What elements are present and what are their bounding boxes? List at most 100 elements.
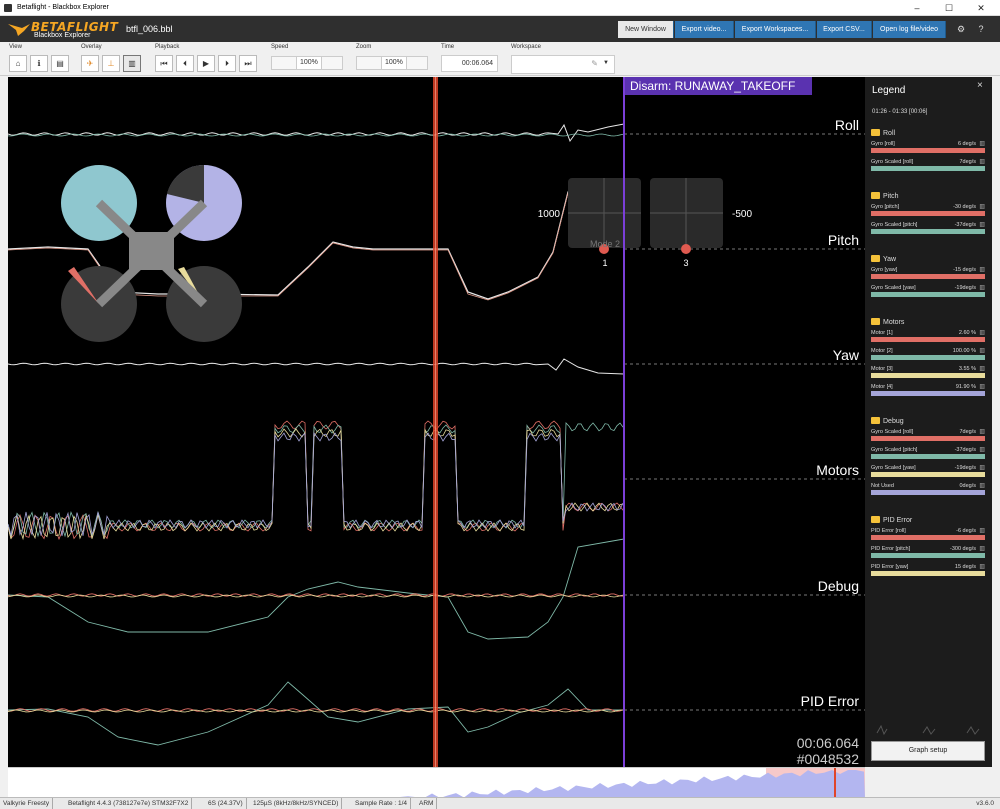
jump-start-icon[interactable]: ⏮ [155, 55, 173, 72]
disarm-label: Disarm: RUNAWAY_TAKEOFF [630, 79, 795, 93]
analyser-icon[interactable]: ▥ [979, 221, 985, 228]
legend-item-value: -15 deg/s [953, 267, 976, 273]
analyser-icon[interactable]: ▥ [979, 464, 985, 471]
yaw-analyser-icon[interactable] [966, 726, 980, 735]
legend-item-value: 2.60 % [958, 330, 976, 336]
zoom-slider[interactable]: 100% [356, 56, 428, 70]
legend-item[interactable]: PID Error [pitch] -300 deg/s ▥ [871, 544, 985, 562]
export-csv-button[interactable]: Export CSV... [817, 21, 872, 38]
sticks-overlay-icon[interactable]: ⊥ [102, 55, 120, 72]
close-icon[interactable]: × [977, 80, 983, 91]
open-log-button[interactable]: Open log file/video [873, 21, 946, 38]
legend-item-name: Motor [2] [871, 348, 893, 354]
group-label: Motors [816, 462, 859, 478]
info-icon[interactable]: ℹ [30, 55, 48, 72]
legend-group-header[interactable]: PID Error [871, 516, 985, 526]
step-back-icon[interactable]: ⏴ [176, 55, 194, 72]
graph-canvas[interactable]: 1000 -500 Mode 2 1 3 Disarm: RUNAWAY_TAK… [8, 77, 865, 767]
folder-icon [871, 129, 880, 136]
legend-item[interactable]: Gyro Scaled [roll] 7deg/s ▥ [871, 157, 985, 175]
legend-item[interactable]: Gyro Scaled [roll] 7deg/s ▥ [871, 427, 985, 445]
roll-analyser-icon[interactable] [876, 724, 888, 736]
analyser-icon[interactable]: ▥ [979, 545, 985, 552]
legend-group: Debug Gyro Scaled [roll] 7deg/s ▥ Gyro Scale… [871, 417, 985, 499]
workspace-select[interactable]: ✎ ▼ [511, 55, 615, 74]
brand-subtitle: Blackbox Explorer [34, 32, 91, 39]
legend-item-swatch [871, 553, 985, 558]
legend-item[interactable]: Not Used 0deg/s ▥ [871, 481, 985, 499]
legend-item-swatch [871, 148, 985, 153]
log-table-icon[interactable]: ▤ [51, 55, 69, 72]
gear-icon[interactable]: ⚙ [955, 23, 967, 35]
maximize-button[interactable]: ☐ [934, 0, 964, 16]
analyser-icon[interactable]: ▥ [979, 365, 985, 372]
analyser-icon[interactable]: ▥ [979, 140, 985, 147]
legend-group-header[interactable]: Debug [871, 417, 985, 427]
home-icon[interactable]: ⌂ [9, 55, 27, 72]
export-workspaces-button[interactable]: Export Workspaces... [735, 21, 816, 38]
seek-cursor[interactable] [834, 768, 836, 798]
analyser-icon[interactable]: ▥ [979, 527, 985, 534]
graph-setup-button[interactable]: Graph setup [871, 741, 985, 761]
analyser-icon[interactable]: ▥ [979, 284, 985, 291]
legend-item-value: -300 deg/s [950, 546, 976, 552]
time-input[interactable]: 00:06.064 [441, 55, 498, 72]
seek-bar[interactable] [8, 767, 865, 798]
legend-item[interactable]: Motor [1] 2.60 % ▥ [871, 328, 985, 346]
legend-item-swatch [871, 292, 985, 297]
analyser-icon[interactable]: ▥ [979, 203, 985, 210]
stick-mode-label: Mode 2 [590, 239, 620, 249]
motor-trace [8, 422, 624, 538]
legend-item[interactable]: Gyro Scaled [yaw] -19deg/s ▥ [871, 283, 985, 301]
legend-item[interactable]: Gyro Scaled [pitch] -37deg/s ▥ [871, 445, 985, 463]
right-stick-number: 3 [683, 258, 688, 268]
seek-histogram[interactable] [8, 768, 865, 798]
legend-item[interactable]: PID Error [yaw] 15 deg/s ▥ [871, 562, 985, 580]
toolbar: View ⌂ ℹ ▤ Overlay ✈ ⊥ ▥ Playback ⏮ ⏴ ▶ … [0, 42, 1000, 76]
legend-item[interactable]: Gyro Scaled [pitch] -37deg/s ▥ [871, 220, 985, 238]
analyser-icon[interactable]: ▥ [979, 446, 985, 453]
export-video-button[interactable]: Export video... [675, 21, 734, 38]
legend-item[interactable]: Motor [4] 91.90 % ▥ [871, 382, 985, 400]
step-forward-icon[interactable]: ⏵ [218, 55, 236, 72]
status-bar: Valkyrie Freesty Betaflight 4.4.3 (73812… [0, 797, 1000, 809]
legend-item[interactable]: Gyro [roll] 6 deg/s ▥ [871, 139, 985, 157]
craft-overlay-icon[interactable]: ✈ [81, 55, 99, 72]
legend-item-name: Gyro Scaled [pitch] [871, 447, 918, 453]
legend-group-header[interactable]: Pitch [871, 192, 985, 202]
new-window-button[interactable]: New Window [618, 21, 674, 38]
legend-group-header[interactable]: Motors [871, 318, 985, 328]
analyser-icon[interactable]: ▥ [979, 428, 985, 435]
legend-group-name: Pitch [883, 193, 899, 200]
legend-item[interactable]: PID Error [roll] -6 deg/s ▥ [871, 526, 985, 544]
jump-end-icon[interactable]: ⏭ [239, 55, 257, 72]
analyser-icon[interactable]: ▥ [979, 482, 985, 489]
question-icon[interactable]: ? [975, 23, 987, 35]
analyser-icon[interactable]: ▥ [979, 563, 985, 570]
analyser-icon[interactable]: ▥ [979, 347, 985, 354]
analyser-icon[interactable]: ▥ [979, 158, 985, 165]
legend-item[interactable]: Motor [3] 3.55 % ▥ [871, 364, 985, 382]
legend-group-header[interactable]: Roll [871, 129, 985, 139]
analyser-icon[interactable]: ▥ [979, 383, 985, 390]
analyser-icon[interactable]: ▥ [979, 266, 985, 273]
legend-item[interactable]: Gyro [pitch] -30 deg/s ▥ [871, 202, 985, 220]
craft-name: Valkyrie Freesty [0, 798, 54, 809]
play-icon[interactable]: ▶ [197, 55, 215, 72]
speed-slider[interactable]: 100% [271, 56, 343, 70]
legend-item[interactable]: Gyro [yaw] -15 deg/s ▥ [871, 265, 985, 283]
chevron-down-icon[interactable]: ▼ [603, 60, 609, 66]
pitch-analyser-icon[interactable] [922, 726, 936, 735]
log-graph[interactable]: 1000 -500 Mode 2 1 3 Disarm: RUNAWAY_TAK… [8, 77, 865, 767]
analyser-icon[interactable]: ▥ [979, 329, 985, 336]
pencil-icon[interactable]: ✎ [591, 59, 598, 68]
legend-item-name: Motor [1] [871, 330, 893, 336]
legend-item[interactable]: Gyro Scaled [yaw] -19deg/s ▥ [871, 463, 985, 481]
minimize-button[interactable]: – [902, 0, 932, 16]
close-window-button[interactable]: ✕ [966, 0, 996, 16]
legend-item-name: Gyro Scaled [yaw] [871, 465, 916, 471]
legend-group-header[interactable]: Yaw [871, 255, 985, 265]
analyser-overlay-icon[interactable]: ▥ [123, 55, 141, 72]
legend-item[interactable]: Motor [2] 100.00 % ▥ [871, 346, 985, 364]
playback-label: Playback [155, 44, 180, 50]
